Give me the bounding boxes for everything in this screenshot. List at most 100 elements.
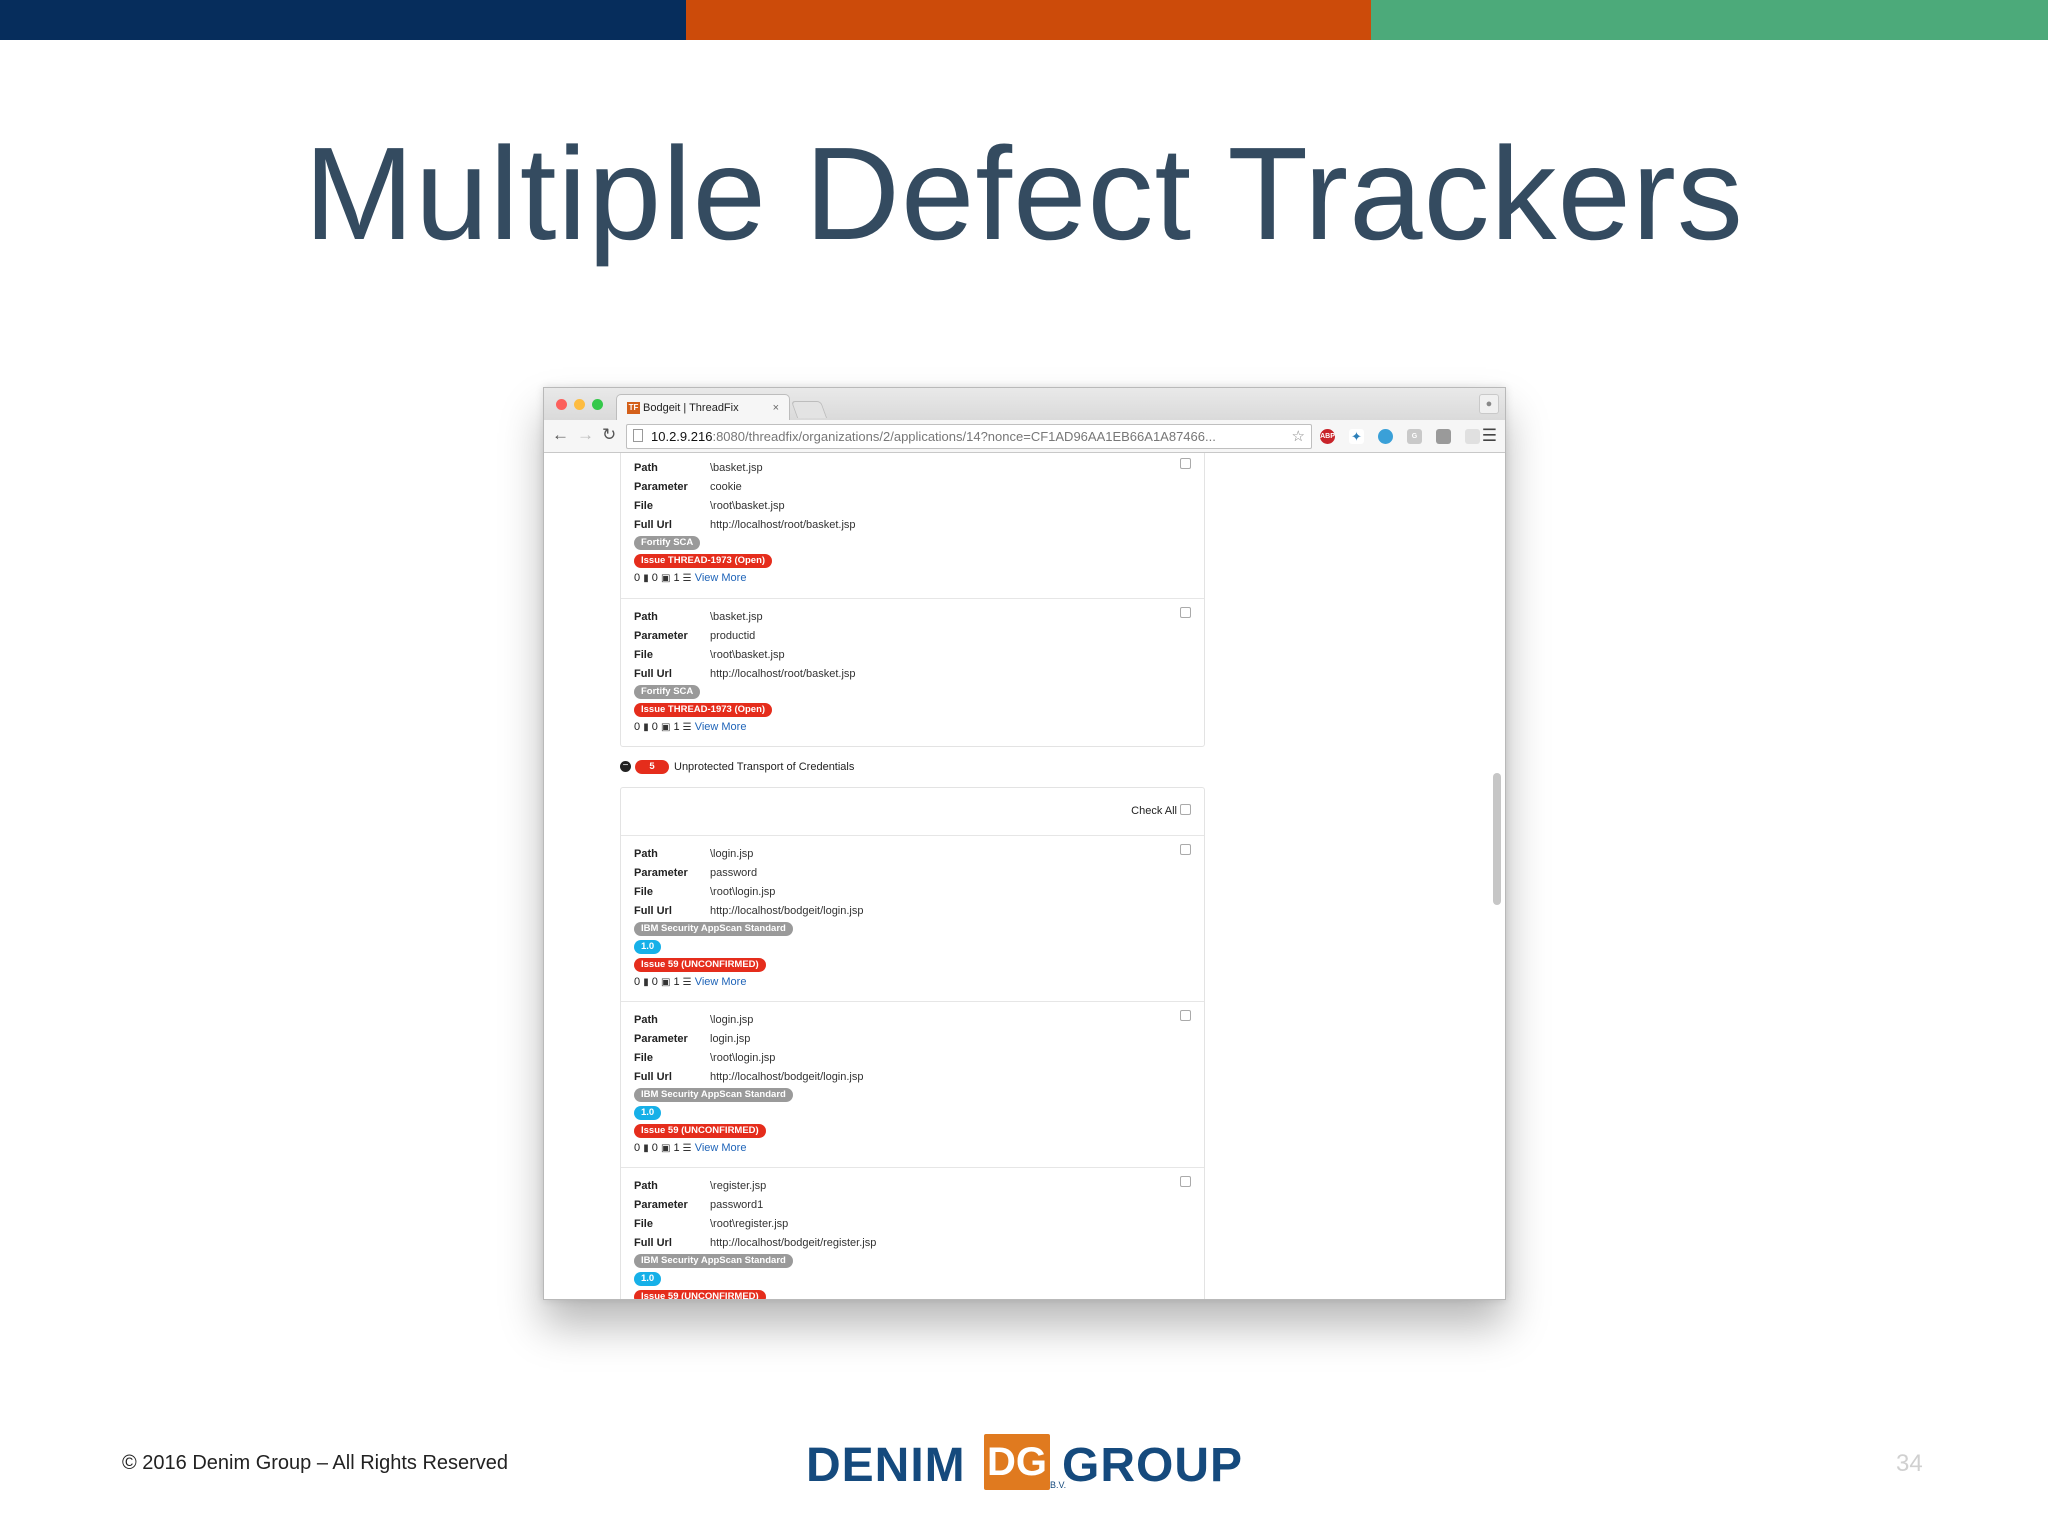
- file-label: File: [634, 649, 653, 661]
- comment-icon: ▮: [643, 722, 649, 733]
- version-badge: 1.0: [634, 1106, 662, 1120]
- full-url-value: http://localhost/bodgeit/register.jsp: [710, 1237, 877, 1249]
- findings-panel-1: Path \basket.jsp Parameter cookie File \roo…: [620, 453, 1205, 747]
- list-icon: ☰: [682, 722, 692, 733]
- file-count: 0: [651, 1142, 658, 1154]
- full-url-value: http://localhost/root/basket.jsp: [710, 668, 856, 680]
- scan-count: 1: [673, 721, 680, 733]
- copyright-notice: © 2016 Denim Group – All Rights Reserved: [122, 1452, 509, 1474]
- logo-word-denim: DENIM: [806, 1439, 966, 1492]
- comment-count: 0: [634, 721, 641, 733]
- extension-g-icon[interactable]: G: [1407, 429, 1422, 444]
- page-number: 34: [1896, 1450, 1923, 1477]
- address-bar[interactable]: 10.2.9.216:8080/threadfix/organizations/…: [626, 424, 1312, 449]
- finding-metrics: 0 ▮ 0 ▣ 1 ☰ View More: [634, 572, 746, 584]
- tab-bodgeit[interactable]: TF Bodgeit | ThreadFix ×: [616, 394, 790, 421]
- top-band-navy: [0, 0, 686, 40]
- finding-checkbox[interactable]: [1180, 458, 1191, 469]
- issue-badge[interactable]: Issue THREAD-1973 (Open): [634, 554, 773, 568]
- extension-cloud-icon[interactable]: [1465, 429, 1480, 444]
- view-more-link[interactable]: View More: [695, 572, 747, 584]
- finding-item: Path \login.jsp Parameter password File \ro…: [621, 835, 1204, 1002]
- adblock-extension-icon[interactable]: ABP: [1320, 429, 1335, 444]
- check-all-checkbox[interactable]: [1180, 804, 1191, 815]
- list-icon: ☰: [682, 977, 692, 988]
- full-url-value: http://localhost/bodgeit/login.jsp: [710, 1071, 864, 1083]
- close-window-button[interactable]: [556, 399, 567, 410]
- extension-network-icon[interactable]: ✦: [1349, 429, 1364, 444]
- scan-count: 1: [673, 572, 680, 584]
- parameter-label: Parameter: [634, 481, 688, 493]
- file-value: \root\basket.jsp: [710, 649, 785, 661]
- parameter-label: Parameter: [634, 1199, 688, 1211]
- tab-close-icon[interactable]: ×: [773, 395, 779, 421]
- tab-bar: TF Bodgeit | ThreadFix × ●: [544, 388, 1505, 421]
- profile-icon[interactable]: ●: [1479, 394, 1499, 414]
- parameter-value: login.jsp: [710, 1033, 751, 1045]
- view-more-link[interactable]: View More: [695, 976, 747, 988]
- file-value: \root\basket.jsp: [710, 500, 785, 512]
- view-more-link[interactable]: View More: [695, 1142, 747, 1154]
- collapse-icon[interactable]: −: [620, 761, 631, 772]
- file-icon: ▣: [660, 722, 671, 733]
- path-label: Path: [634, 611, 658, 623]
- issue-badge[interactable]: Issue 59 (UNCONFIRMED): [634, 1124, 766, 1138]
- file-label: File: [634, 500, 653, 512]
- reload-icon[interactable]: ↻: [602, 425, 616, 445]
- path-value: \basket.jsp: [710, 462, 763, 474]
- finding-checkbox[interactable]: [1180, 607, 1191, 618]
- finding-metrics: 0 ▮ 0 ▣ 1 ☰ View More: [634, 1142, 746, 1154]
- path-label: Path: [634, 848, 658, 860]
- maximize-window-button[interactable]: [592, 399, 603, 410]
- full-url-label: Full Url: [634, 1237, 672, 1249]
- minimize-window-button[interactable]: [574, 399, 585, 410]
- issue-badge[interactable]: Issue 59 (UNCONFIRMED): [634, 1290, 766, 1299]
- parameter-label: Parameter: [634, 1033, 688, 1045]
- vulnerability-name: Unprotected Transport of Credentials: [674, 761, 855, 773]
- browser-window: TF Bodgeit | ThreadFix × ● ← → ↻ 10.2.9.…: [543, 387, 1506, 1300]
- path-value: \login.jsp: [710, 848, 754, 860]
- file-value: \root\login.jsp: [710, 1052, 776, 1064]
- file-icon: ▣: [660, 1143, 671, 1154]
- view-more-link[interactable]: View More: [695, 721, 747, 733]
- logo-word-group: GROUP: [1062, 1439, 1244, 1492]
- issue-badge[interactable]: Issue 59 (UNCONFIRMED): [634, 958, 766, 972]
- path-value: \register.jsp: [710, 1180, 767, 1192]
- parameter-value: productid: [710, 630, 756, 642]
- full-url-label: Full Url: [634, 668, 672, 680]
- file-label: File: [634, 886, 653, 898]
- forward-icon[interactable]: →: [577, 425, 594, 445]
- scanner-badge: Fortify SCA: [634, 536, 701, 550]
- parameter-label: Parameter: [634, 867, 688, 879]
- top-band-orange: [686, 0, 1371, 40]
- file-icon: ▣: [660, 977, 671, 988]
- extension-globe-icon[interactable]: [1378, 429, 1393, 444]
- back-icon[interactable]: ←: [552, 425, 569, 445]
- full-url-value: http://localhost/bodgeit/login.jsp: [710, 905, 864, 917]
- finding-item: Path \login.jsp Parameter login.jsp File \r…: [621, 1001, 1204, 1168]
- parameter-value: cookie: [710, 481, 742, 493]
- vulnerability-count-badge: 5: [635, 760, 669, 774]
- issue-badge[interactable]: Issue THREAD-1973 (Open): [634, 703, 773, 717]
- comment-count: 0: [634, 976, 641, 988]
- finding-metrics: 0 ▮ 0 ▣ 1 ☰ View More: [634, 721, 746, 733]
- finding-checkbox[interactable]: [1180, 1010, 1191, 1021]
- finding-checkbox[interactable]: [1180, 844, 1191, 855]
- full-url-label: Full Url: [634, 519, 672, 531]
- hamburger-menu-icon[interactable]: ☰: [1482, 426, 1497, 446]
- finding-item: Path \basket.jsp Parameter cookie File \roo…: [621, 453, 1204, 598]
- path-value: \basket.jsp: [710, 611, 763, 623]
- extension-square-icon[interactable]: [1436, 429, 1451, 444]
- file-value: \root\register.jsp: [710, 1218, 789, 1230]
- finding-metrics: 0 ▮ 0 ▣ 1 ☰ View More: [634, 976, 746, 988]
- version-badge: 1.0: [634, 1272, 662, 1286]
- file-label: File: [634, 1052, 653, 1064]
- full-url-value: http://localhost/root/basket.jsp: [710, 519, 856, 531]
- new-tab-button[interactable]: [790, 401, 828, 418]
- page-viewport: Path \basket.jsp Parameter cookie File \roo…: [544, 453, 1505, 1299]
- finding-checkbox[interactable]: [1180, 1176, 1191, 1187]
- check-all-control[interactable]: Check All: [1131, 804, 1191, 817]
- star-icon[interactable]: ☆: [1292, 425, 1305, 448]
- findings-panel-2: Check All Path \login.jsp Parameter passwo…: [620, 787, 1205, 1299]
- vertical-scrollbar[interactable]: [1493, 773, 1501, 905]
